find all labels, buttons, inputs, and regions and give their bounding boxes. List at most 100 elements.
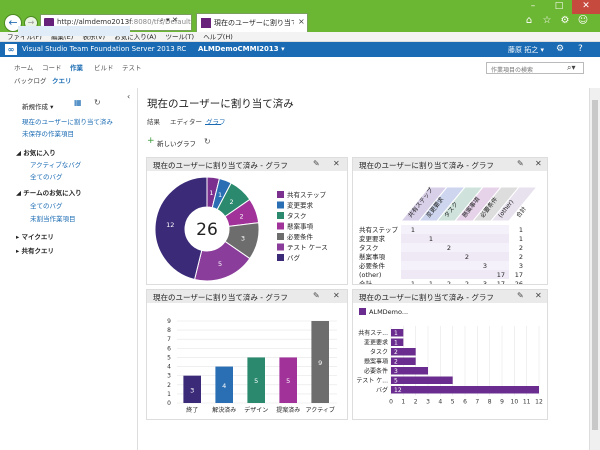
favorites-heading[interactable]: ◢ お気に入り (16, 147, 56, 157)
pivot-cell: 2 (447, 280, 451, 284)
refresh-icon[interactable]: ↻ (94, 98, 101, 107)
collapse-pane-icon[interactable]: ‹ (127, 92, 130, 101)
favorite-active-bugs[interactable]: アクティブなバグ (30, 159, 81, 169)
x-tick-label: 10 (511, 399, 519, 406)
legend-swatch (277, 201, 284, 209)
y-tick-label: 必要条件 (364, 367, 388, 375)
main-scrollbar[interactable] (589, 88, 600, 450)
vs-logo-icon[interactable]: ∞ (5, 44, 17, 55)
tab-close-icon[interactable]: × (298, 17, 305, 26)
column-bar-label: 4 (222, 382, 226, 390)
y-tick-label: 7 (167, 336, 171, 343)
help-icon[interactable]: ? (578, 44, 583, 54)
scrollbar-thumb[interactable] (592, 100, 598, 430)
column-bar-label: 9 (318, 359, 322, 367)
browser-tab[interactable]: 現在のユーザーに割り当て済… × (196, 13, 308, 32)
close-panel-icon[interactable]: ✕ (333, 291, 340, 300)
project-selector[interactable]: ALMDemoCMMI2013 ▾ (198, 45, 285, 53)
pivot-cell: 1 (429, 280, 433, 284)
query-folder-icon[interactable]: ▦ (74, 98, 82, 107)
new-query-button[interactable]: 新規作成 ▾ (22, 101, 53, 111)
query-unsaved-items[interactable]: 未保存の作業項目 (22, 128, 74, 138)
subnav-backlog[interactable]: バックログ (14, 75, 47, 85)
tab-label: 現在のユーザーに割り当て済… (214, 19, 294, 27)
legend-label: テスト ケース (287, 244, 328, 252)
close-window-button[interactable]: ✕ (572, 0, 600, 14)
tab-results[interactable]: 結果 (147, 116, 160, 126)
y-tick-label: 4 (167, 364, 171, 371)
team-unassigned-items[interactable]: 未割当作業項目 (30, 213, 76, 223)
nav-work[interactable]: 作業 (70, 62, 83, 72)
nav-build[interactable]: ビルド (94, 62, 114, 72)
pivot-table: 共有ステップ変更要求タスク 懸案事項必要条件(other) 合計共有ステップ 1 1変更… (359, 186, 547, 284)
pivot-row-bg (401, 243, 509, 252)
favorites-star-icon[interactable]: ☆ (538, 15, 556, 26)
settings-gear-icon[interactable]: ⚙ (556, 44, 564, 54)
search-icon[interactable]: ⌕▾ (567, 63, 576, 73)
smiley-icon[interactable]: ☺ (574, 15, 592, 26)
shared-queries-heading[interactable]: ▸ 共有クエリ (16, 245, 54, 255)
add-icon[interactable]: + (147, 136, 155, 146)
refresh-charts-icon[interactable]: ↻ (204, 137, 211, 146)
pivot-row-label: 共有ステップ (359, 225, 399, 234)
new-chart-button[interactable]: 新しいグラフ (157, 138, 196, 148)
nav-code[interactable]: コード (42, 62, 62, 72)
home-icon[interactable]: ⌂ (520, 15, 538, 26)
x-tick-label: 3 (426, 399, 430, 406)
column-bar-label: 5 (254, 377, 258, 385)
x-tick-label: 4 (438, 399, 442, 406)
legend-swatch (277, 212, 284, 219)
y-tick-label: 3 (167, 373, 171, 380)
edit-pencil-icon[interactable]: ✎ (517, 159, 524, 168)
column-bar-label: 5 (286, 377, 290, 385)
pivot-row-label: (other) (359, 271, 381, 279)
chart-panel-pivot: 現在のユーザーに割り当て済み - グラフ ✎ ✕ 共有ステップ 変更要求 タスク 懸案… (352, 157, 548, 285)
pivot-row-bg (401, 252, 509, 261)
close-panel-icon[interactable]: ✕ (535, 159, 542, 168)
team-favorites-heading[interactable]: ◢ チームのお気に入り (16, 187, 82, 197)
page-title: 現在のユーザーに割り当て済み (147, 98, 294, 110)
x-tick-label: 12 (535, 399, 543, 406)
chart-panel-pie: 現在のユーザーに割り当て済み - グラフ ✎ ✕ 1 1 2 2 3 5 12 26 共有ステッ… (146, 157, 348, 285)
team-all-bugs[interactable]: 全てのバグ (30, 200, 63, 210)
x-tick-label: 7 (475, 399, 479, 406)
product-name: Visual Studio Team Foundation Server 201… (22, 45, 187, 53)
favorite-all-bugs[interactable]: 全てのバグ (30, 171, 63, 181)
y-tick-label: 1 (167, 391, 171, 398)
pivot-row-label: 合計 (359, 279, 373, 284)
panel-header: 現在のユーザーに割り当て済み - グラフ ✎ ✕ (353, 158, 547, 171)
tab-editor[interactable]: エディター (170, 116, 202, 126)
edit-pencil-icon[interactable]: ✎ (517, 291, 524, 300)
edit-pencil-icon[interactable]: ✎ (313, 159, 320, 168)
menu-tools[interactable]: ツール(T) (166, 32, 195, 42)
query-assigned-to-me[interactable]: 現在のユーザーに割り当て済み (22, 116, 113, 126)
panel-title: 現在のユーザーに割り当て済み - グラフ (359, 161, 494, 170)
nav-test[interactable]: テスト (122, 62, 142, 72)
pie-slice-label: 3 (241, 234, 245, 242)
menu-help[interactable]: ヘルプ(H) (203, 32, 232, 42)
pie-center-total: 26 (196, 220, 218, 240)
pivot-cell: 17 (497, 280, 505, 284)
y-tick-label: 0 (167, 400, 171, 407)
edit-pencil-icon[interactable]: ✎ (313, 291, 320, 300)
pivot-cell: 2 (465, 280, 469, 284)
work-item-search-input[interactable]: 作業項目の検索 ⌕▾ (486, 62, 584, 74)
user-menu[interactable]: 藤原 拓之 ▾ (508, 45, 544, 55)
gear-icon[interactable]: ⚙ (556, 15, 574, 26)
bar-chart: ALMDemo...0 1 2 3 4 5 6 7 8 9 10 11 121共有ステ...1変更要求2… (356, 308, 543, 406)
panel-title: 現在のユーザーに割り当て済み - グラフ (359, 293, 494, 302)
nav-home[interactable]: ホーム (14, 62, 33, 72)
hub-sub-nav: バックログ クエリ (0, 73, 600, 87)
x-tick-label: 終了 (186, 406, 198, 414)
close-panel-icon[interactable]: ✕ (535, 291, 542, 300)
address-tools[interactable]: ⌕ ▾ ✕ (160, 16, 178, 25)
subnav-queries[interactable]: クエリ (52, 75, 72, 85)
my-queries-heading[interactable]: ▸ マイクエリ (16, 231, 54, 241)
hbar-label: 3 (394, 368, 398, 375)
minimize-button[interactable]: – (520, 0, 546, 14)
query-tree-pane: ‹ 新規作成 ▾ ▦ ↻ (0, 88, 138, 450)
close-panel-icon[interactable]: ✕ (333, 159, 340, 168)
pivot-cell: 2 (465, 253, 469, 261)
maximize-button[interactable]: □ (546, 0, 572, 14)
pivot-cell: 2 (519, 253, 523, 261)
